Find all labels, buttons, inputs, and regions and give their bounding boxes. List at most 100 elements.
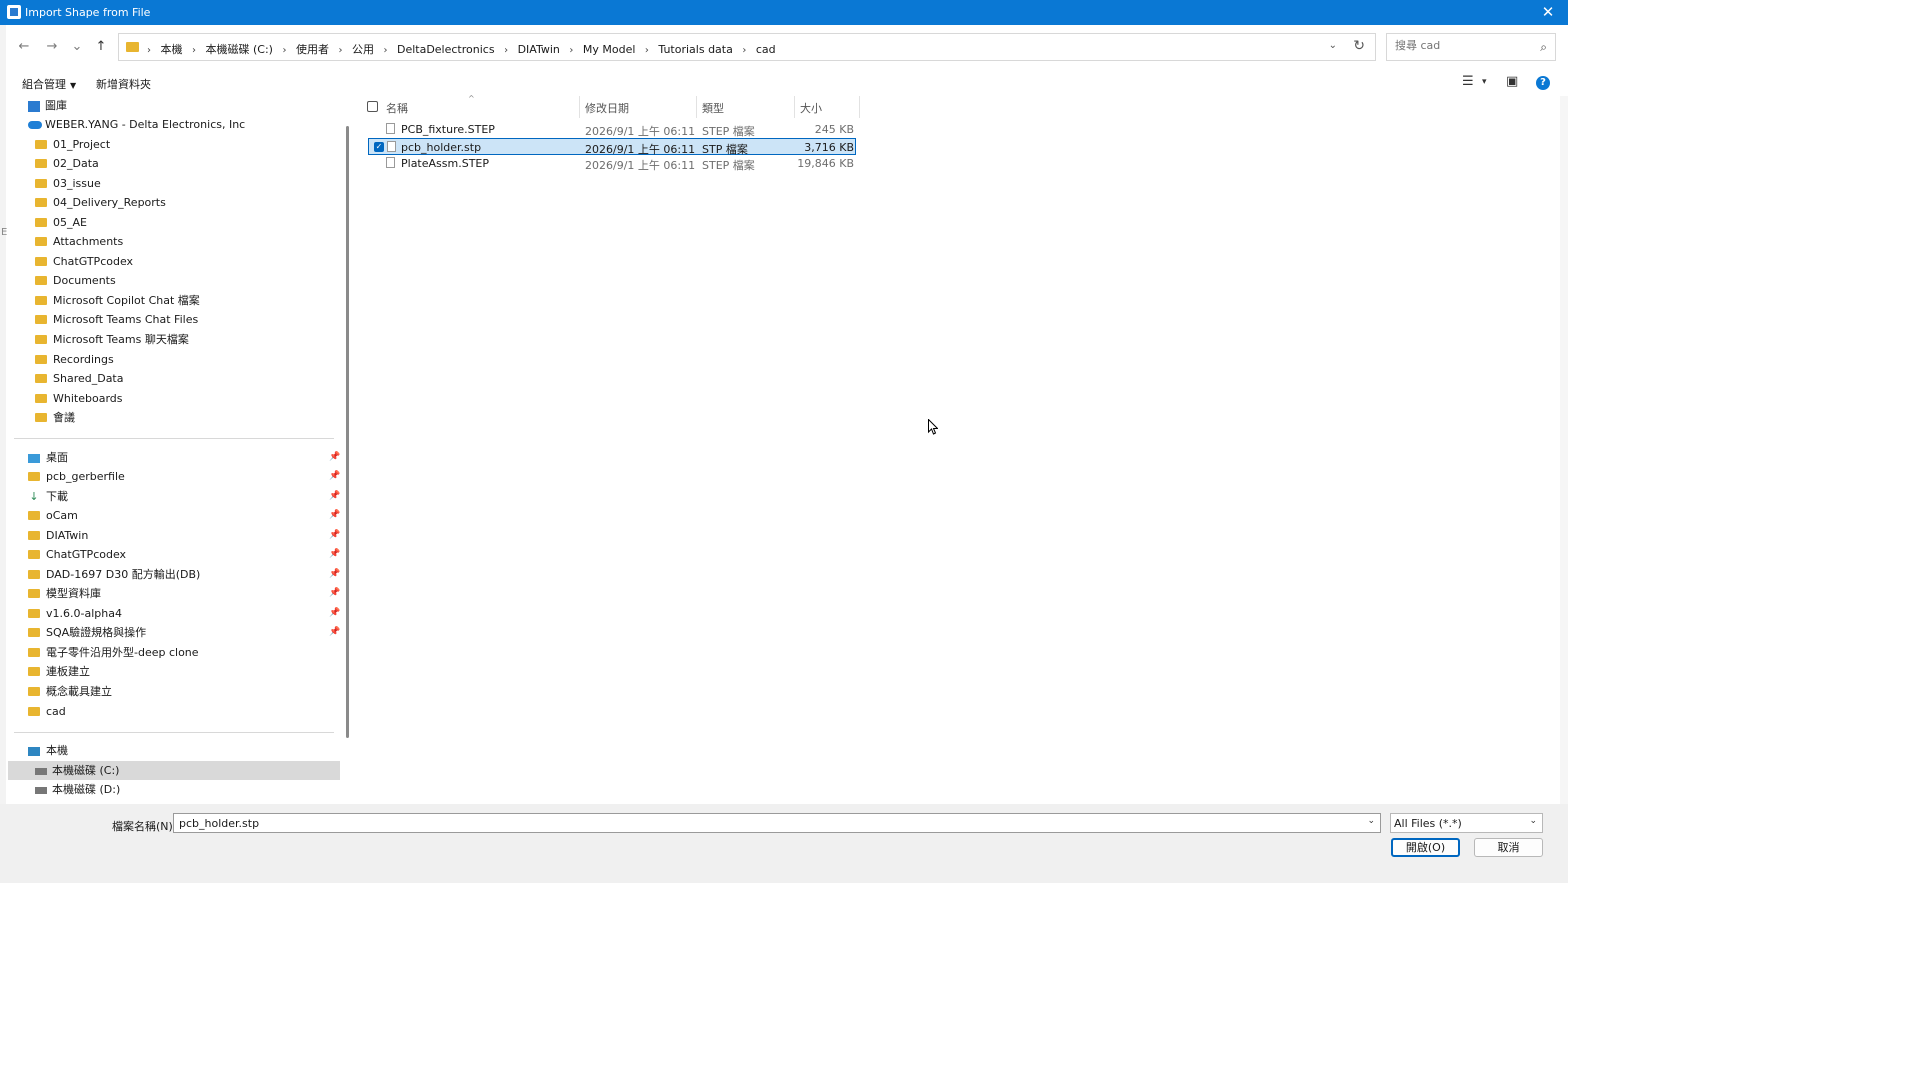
refresh-icon[interactable]: ↻ (1353, 38, 1365, 54)
breadcrumb-item[interactable]: 本機 (161, 43, 183, 56)
filename-input[interactable] (177, 816, 1361, 831)
sidebar-item-folder[interactable]: Attachments (35, 232, 123, 251)
sidebar-item-folder[interactable]: ChatGTPcodex (28, 545, 126, 564)
breadcrumb-item[interactable]: My Model (583, 43, 636, 56)
chevron-down-icon: ⌄ (1529, 816, 1537, 826)
sidebar-item-folder[interactable]: DIATwin (28, 526, 88, 545)
close-icon[interactable]: ✕ (1528, 0, 1568, 25)
sidebar-item-label: 02_Data (53, 157, 99, 170)
preview-pane-icon[interactable]: ▣ (1506, 74, 1518, 89)
sidebar-item-folder[interactable]: pcb_gerberfile (28, 467, 125, 486)
pin-icon[interactable]: 📌 (329, 584, 340, 603)
sidebar-item-this-pc[interactable]: 本機 (28, 741, 68, 760)
new-folder-button[interactable]: 新增資料夾 (96, 76, 151, 92)
sidebar-item-folder[interactable]: 模型資料庫 (28, 584, 101, 603)
folder-icon (28, 549, 40, 559)
file-name: PlateAssm.STEP (401, 157, 489, 170)
sidebar-item-folder[interactable]: 04_Delivery_Reports (35, 193, 166, 212)
sidebar-item-gallery[interactable]: 圖庫 (28, 96, 67, 115)
breadcrumb-item[interactable]: cad (756, 43, 776, 56)
breadcrumb-item[interactable]: DeltaDelectronics (397, 43, 495, 56)
sidebar-item-folder[interactable]: DAD-1697 D30 配方輸出(DB) (28, 565, 200, 584)
breadcrumb-item[interactable]: Tutorials data (658, 43, 732, 56)
sidebar-item-folder[interactable]: 連板建立 (28, 662, 90, 681)
breadcrumb-item[interactable]: 本機磁碟 (C:) (206, 43, 273, 56)
sidebar-item-folder[interactable]: Microsoft Copilot Chat 檔案 (35, 291, 200, 310)
breadcrumb-item[interactable]: DIATwin (518, 43, 560, 56)
column-separator[interactable] (794, 96, 795, 118)
view-options-icon[interactable]: ☰ (1462, 74, 1474, 89)
file-row[interactable]: ✓ pcb_holder.stp 2026/9/1 上午 06:11 STP 檔… (368, 138, 856, 156)
pin-icon[interactable]: 📌 (329, 467, 340, 486)
column-header-modified[interactable]: 修改日期 (585, 100, 629, 116)
open-button[interactable]: 開啟(O) (1391, 838, 1460, 857)
sidebar-item-folder[interactable]: cad (28, 702, 66, 721)
column-separator[interactable] (859, 96, 860, 118)
sidebar-item-folder[interactable]: 05_AE (35, 213, 87, 232)
sidebar-item-label: 連板建立 (46, 665, 90, 678)
pin-icon[interactable]: 📌 (329, 526, 340, 545)
filename-field[interactable]: ⌄ (173, 813, 1381, 833)
sidebar-item-drive-d[interactable]: 本機磁碟 (D:) (35, 780, 120, 799)
sidebar-item-onedrive[interactable]: WEBER.YANG - Delta Electronics, Inc (28, 115, 245, 134)
sidebar-item-label: Attachments (53, 235, 124, 248)
sidebar-item-folder[interactable]: Whiteboards (35, 389, 122, 408)
cancel-button[interactable]: 取消 (1474, 838, 1543, 857)
sidebar-item-downloads[interactable]: ↓ 下載 (28, 487, 68, 506)
file-row[interactable]: PlateAssm.STEP 2026/9/1 上午 06:11 STEP 檔案… (368, 155, 856, 172)
sidebar-item-folder[interactable]: 03_issue (35, 174, 101, 193)
pin-icon[interactable]: 📌 (329, 487, 340, 506)
up-icon[interactable]: ↑ (92, 38, 110, 56)
pin-icon[interactable]: 📌 (329, 604, 340, 623)
breadcrumb-item[interactable]: 使用者 (296, 43, 329, 56)
column-separator[interactable] (696, 96, 697, 118)
sidebar-item-folder[interactable]: Microsoft Teams Chat Files (35, 310, 198, 329)
file-row[interactable]: PCB_fixture.STEP 2026/9/1 上午 06:11 STEP … (368, 121, 856, 138)
sidebar-item-folder[interactable]: 02_Data (35, 154, 99, 173)
back-icon[interactable]: ← (15, 38, 33, 56)
help-icon[interactable]: ? (1536, 76, 1550, 90)
pin-icon[interactable]: 📌 (329, 623, 340, 642)
view-dropdown-icon[interactable]: ▾ (1482, 77, 1487, 87)
pin-icon[interactable]: 📌 (329, 545, 340, 564)
sidebar-item-label: DAD-1697 D30 配方輸出(DB) (46, 568, 201, 581)
sidebar-item-folder[interactable]: Shared_Data (35, 369, 124, 388)
sidebar-item-folder[interactable]: 電子零件沿用外型-deep clone (28, 643, 199, 662)
sidebar-item-folder[interactable]: Documents (35, 271, 116, 290)
search-input[interactable] (1393, 38, 1532, 53)
pin-icon[interactable]: 📌 (329, 565, 340, 584)
column-header-name[interactable]: 名稱 (386, 100, 408, 116)
search-box[interactable]: ⌕ (1386, 33, 1556, 61)
pin-icon[interactable]: 📌 (329, 448, 340, 467)
sidebar-scrollbar[interactable] (346, 126, 349, 738)
sidebar-item-folder[interactable]: v1.6.0-alpha4 (28, 604, 122, 623)
row-checkbox[interactable]: ✓ (374, 142, 384, 152)
pin-icon[interactable]: 📌 (329, 506, 340, 525)
sidebar-item-folder[interactable]: Microsoft Teams 聊天檔案 (35, 330, 189, 349)
address-bar[interactable]: › 本機 › 本機磁碟 (C:) › 使用者 › 公用 › DeltaDelec… (118, 33, 1376, 61)
breadcrumb-separator: › (192, 45, 196, 56)
breadcrumb-item[interactable]: 公用 (352, 43, 374, 56)
sidebar-item-folder[interactable]: Recordings (35, 350, 114, 369)
sidebar-item-folder[interactable]: oCam (28, 506, 78, 525)
sidebar-item-folder[interactable]: 會議 (35, 408, 75, 427)
forward-icon[interactable]: → (43, 38, 61, 56)
select-all-checkbox[interactable] (367, 101, 378, 112)
search-icon[interactable]: ⌕ (1540, 40, 1547, 55)
file-type-filter[interactable]: All Files (*.*) ⌄ (1390, 813, 1543, 833)
sidebar-item-folder[interactable]: ChatGTPcodex (35, 252, 133, 271)
sidebar-item-folder[interactable]: 01_Project (35, 135, 110, 154)
chevron-down-icon[interactable]: ⌄ (1367, 816, 1375, 826)
sidebar-item-folder[interactable]: 概念載具建立 (28, 682, 112, 701)
organize-button[interactable]: 組合管理 ▼ (22, 76, 76, 92)
sidebar-item-drive-c[interactable]: 本機磁碟 (C:) (8, 761, 340, 780)
column-header-type[interactable]: 類型 (702, 100, 724, 116)
folder-icon (35, 314, 47, 324)
column-separator[interactable] (579, 96, 580, 118)
sidebar-item-folder[interactable]: SQA驗證規格與操作 (28, 623, 146, 642)
file-type: STEP 檔案 (702, 159, 755, 172)
column-header-size[interactable]: 大小 (800, 100, 822, 116)
recent-locations-icon[interactable]: ⌄ (68, 38, 86, 56)
sidebar-item-desktop[interactable]: 桌面 (28, 448, 68, 467)
address-dropdown-icon[interactable]: ⌄ (1329, 40, 1337, 51)
